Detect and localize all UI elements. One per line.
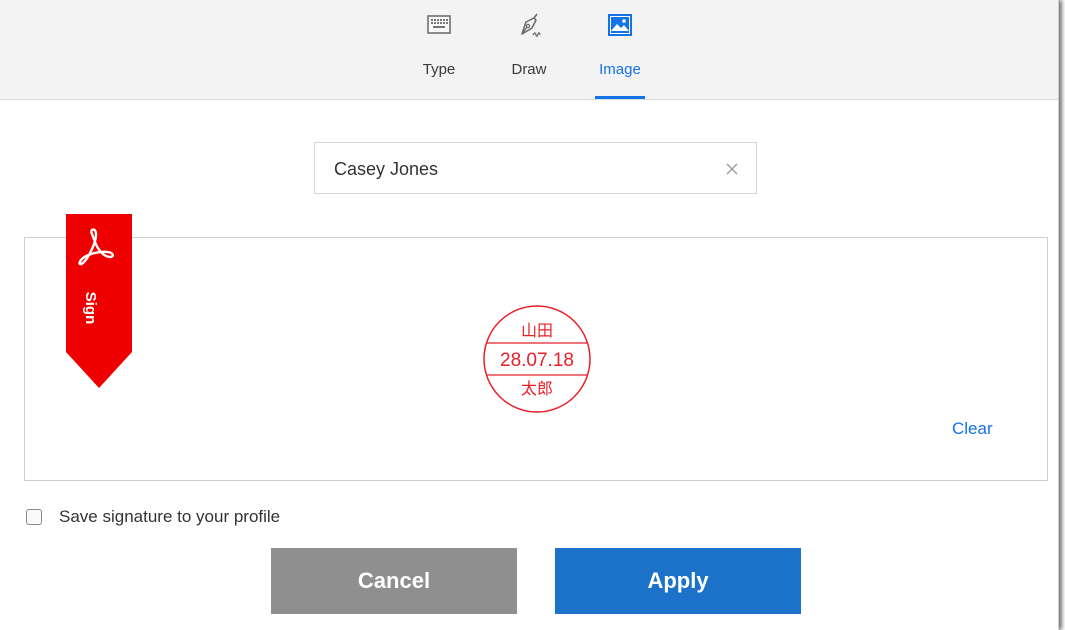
tab-type[interactable]: Type: [414, 10, 464, 99]
name-field[interactable]: Casey Jones: [314, 142, 757, 194]
stamp-date: 28.07.18: [500, 350, 574, 371]
save-signature-checkbox[interactable]: [26, 509, 42, 525]
save-signature-row[interactable]: Save signature to your profile: [26, 506, 280, 528]
image-icon: [605, 10, 635, 40]
name-field-value: Casey Jones: [334, 159, 439, 179]
keyboard-icon: [424, 10, 454, 40]
tab-draw[interactable]: Draw: [506, 10, 552, 99]
tab-type-label: Type: [422, 61, 456, 78]
stamp-bottom-text: 太郎: [521, 379, 553, 398]
sign-ribbon-label: Sign: [82, 291, 99, 325]
signature-mode-tabs: Type Draw Image: [0, 0, 1058, 100]
tab-image-label: Image: [599, 61, 641, 78]
tab-draw-label: Draw: [511, 61, 547, 78]
apply-button[interactable]: Apply: [555, 548, 801, 614]
tab-image[interactable]: Image: [594, 10, 646, 99]
clear-name-icon[interactable]: [722, 159, 742, 179]
signature-stamp-image: 山田 28.07.18 太郎: [481, 303, 593, 415]
signature-dialog: Type Draw Image Casey Jones Sign 山田 28.0…: [0, 0, 1059, 630]
clear-link[interactable]: Clear: [952, 419, 993, 439]
stamp-top-text: 山田: [521, 321, 553, 340]
active-tab-indicator: [595, 96, 645, 99]
cancel-button[interactable]: Cancel: [271, 548, 517, 614]
pen-icon: [514, 10, 544, 40]
save-signature-label[interactable]: Save signature to your profile: [59, 507, 280, 527]
